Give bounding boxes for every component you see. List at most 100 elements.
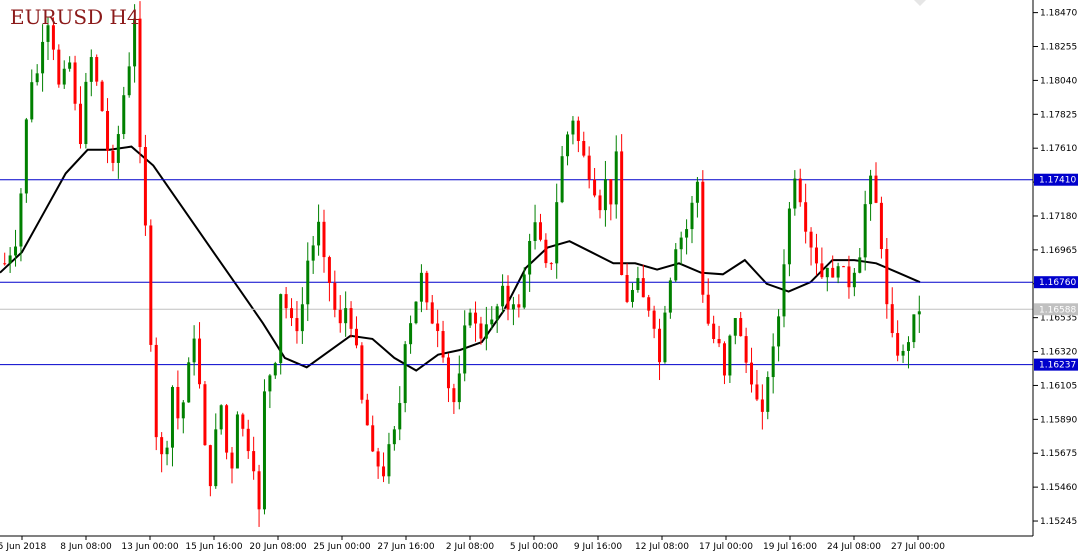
candle-body — [625, 274, 629, 302]
candle-body — [885, 249, 889, 305]
candle-body — [154, 344, 158, 438]
candle-body — [658, 328, 662, 363]
candle-body — [549, 263, 553, 265]
bull-candle — [187, 357, 191, 403]
candle-body — [3, 263, 7, 265]
candle-body — [187, 362, 191, 403]
candle-body — [679, 237, 683, 250]
candle-body — [566, 134, 570, 157]
candle-body — [457, 373, 461, 403]
candle-body — [544, 239, 548, 264]
time-tick-label: 9 Jul 16:00 — [574, 542, 623, 552]
candle-body — [273, 363, 277, 376]
candle-body — [392, 429, 396, 445]
candle-body — [722, 343, 726, 376]
candle-body — [647, 297, 651, 311]
price-tick-label: 1.17825 — [1040, 110, 1077, 120]
candle-body — [30, 82, 34, 120]
candle-body — [814, 247, 818, 264]
candle-body — [685, 229, 689, 238]
candle-body — [582, 141, 586, 156]
price-tick-label: 1.15675 — [1040, 449, 1077, 459]
candle-body — [538, 222, 542, 240]
candle-body — [235, 414, 239, 469]
price-tick-label: 1.15460 — [1040, 483, 1077, 493]
candle-body — [230, 452, 234, 469]
time-tick-label: 27 Jun 16:00 — [377, 542, 434, 552]
candle-body — [495, 306, 499, 320]
level-price-label: 1.16237 — [1039, 361, 1076, 371]
candle-body — [106, 110, 110, 151]
candle-body — [906, 342, 910, 351]
time-tick-label: 13 Jun 00:00 — [121, 542, 178, 552]
candle-body — [170, 386, 174, 448]
bull-candle — [235, 411, 239, 469]
candle-body — [630, 290, 634, 302]
candle-body — [268, 375, 272, 392]
candle-body — [777, 316, 781, 347]
candle-body — [701, 181, 705, 295]
candle-body — [354, 328, 358, 346]
candle-body — [376, 451, 380, 467]
candle-body — [728, 335, 732, 376]
candle-body — [490, 319, 494, 325]
candle-body — [869, 175, 873, 205]
candle-body — [695, 181, 699, 203]
candle-body — [712, 323, 716, 339]
candle-body — [750, 362, 754, 385]
time-tick-label: 2 Jul 08:00 — [446, 542, 495, 552]
price-tick-label: 1.18470 — [1040, 9, 1077, 19]
candle-body — [160, 437, 164, 455]
candle-body — [879, 202, 883, 250]
candle-body — [603, 179, 607, 211]
candle-body — [41, 41, 45, 74]
candle-body — [452, 388, 456, 403]
price-tick-label: 1.17610 — [1040, 144, 1077, 154]
candle-body — [836, 266, 840, 278]
bull-candle — [279, 293, 283, 375]
candle-body — [62, 68, 66, 85]
candle-body — [306, 260, 310, 305]
candle-body — [733, 318, 737, 336]
bear-candle — [143, 134, 147, 236]
time-tick-label: 20 Jun 08:00 — [249, 542, 306, 552]
candle-body — [825, 267, 829, 278]
bear-candle — [100, 79, 104, 112]
candle-body — [847, 266, 851, 288]
bull-candle — [663, 305, 667, 364]
candle-body — [511, 304, 515, 310]
candle-body — [219, 405, 223, 430]
candle-body — [874, 175, 878, 203]
time-tick-label: 24 Jul 08:00 — [827, 542, 881, 552]
candle-body — [257, 471, 261, 510]
candle-body — [755, 384, 759, 400]
candle-body — [576, 120, 580, 142]
candle-body — [225, 405, 229, 453]
candle-body — [766, 377, 770, 412]
time-tick-label: 15 Jun 16:00 — [185, 542, 242, 552]
candle-body — [176, 386, 180, 419]
candle-body — [598, 195, 602, 211]
candle-body — [917, 311, 921, 315]
candlestick-chart: 1.184701.182551.180401.178251.176101.173… — [0, 0, 1083, 555]
candle-body — [533, 222, 537, 241]
chart-window: 1.184701.182551.180401.178251.176101.173… — [0, 0, 1083, 555]
candle-body — [14, 246, 18, 256]
candle-body — [852, 272, 856, 288]
candle-body — [674, 249, 678, 281]
candle-body — [284, 294, 288, 309]
candle-body — [111, 150, 115, 163]
candle-body — [663, 312, 667, 363]
price-tick-label: 1.18040 — [1040, 76, 1077, 86]
candle-body — [744, 336, 748, 363]
candle-body — [842, 266, 846, 268]
candle-body — [717, 338, 721, 344]
candle-body — [793, 178, 797, 209]
candle-body — [57, 49, 61, 85]
candle-body — [641, 278, 645, 298]
candle-body — [387, 444, 391, 477]
bull-candle — [84, 72, 88, 149]
candle-body — [593, 179, 597, 196]
candle-body — [290, 308, 294, 319]
candle-body — [690, 202, 694, 230]
